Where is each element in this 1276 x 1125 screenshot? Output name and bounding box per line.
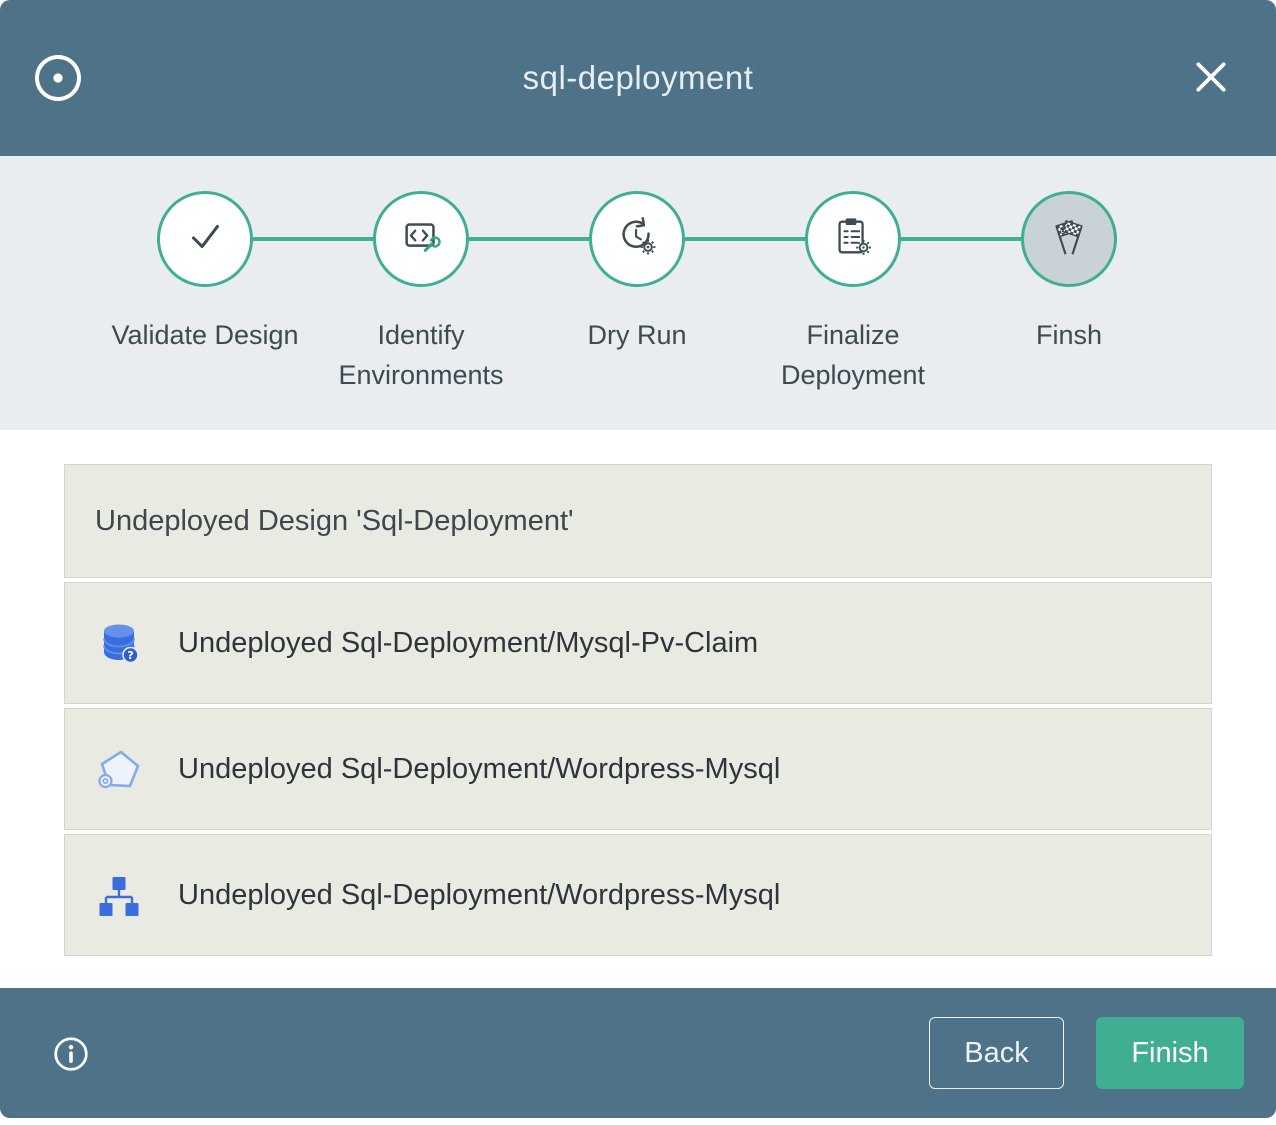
step-circle-finalize-deployment[interactable] <box>805 191 901 287</box>
close-icon[interactable] <box>1190 56 1232 98</box>
log-item-text: Undeployed Sql-Deployment/Wordpress-Mysq… <box>178 753 780 786</box>
retry-gear-icon <box>614 214 660 265</box>
step-finalize-deployment: Finalize Deployment <box>745 156 961 395</box>
step-validate-design: Validate Design <box>97 156 313 395</box>
code-wrench-icon <box>398 214 444 265</box>
pentagon-icon <box>95 745 143 793</box>
step-finish: Finsh <box>961 156 1177 395</box>
wizard-stepper: Validate Design <box>0 156 1276 430</box>
dialog-header: sql-deployment <box>0 0 1276 156</box>
step-label: Dry Run <box>587 315 686 355</box>
svg-text:?: ? <box>127 649 133 662</box>
step-dry-run: Dry Run <box>529 156 745 395</box>
step-circle-dry-run[interactable] <box>589 191 685 287</box>
dialog-footer: Back Finish <box>0 988 1276 1118</box>
step-label: Validate Design <box>111 315 298 355</box>
step-circle-identify-environments[interactable] <box>373 191 469 287</box>
log-header-text: Undeployed Design 'Sql-Deployment' <box>95 505 574 538</box>
checkered-flags-icon <box>1046 214 1092 265</box>
step-label: Identify Environments <box>313 315 529 395</box>
log-item-text: Undeployed Sql-Deployment/Wordpress-Mysq… <box>178 879 780 912</box>
check-icon <box>182 214 228 265</box>
tree-icon <box>95 871 143 919</box>
clipboard-gear-icon <box>830 214 876 265</box>
log-item-row: ? Undeployed Sql-Deployment/Mysql-Pv-Cla… <box>64 582 1212 704</box>
info-icon[interactable] <box>52 1035 90 1073</box>
deployment-log-panel: Undeployed Design 'Sql-Deployment' ? Und… <box>64 464 1212 960</box>
back-button[interactable]: Back <box>929 1017 1064 1089</box>
deployment-log-section: Undeployed Design 'Sql-Deployment' ? Und… <box>0 430 1276 988</box>
step-label: Finsh <box>1036 315 1102 355</box>
spiral-logo-icon <box>30 50 86 106</box>
log-item-row: Undeployed Sql-Deployment/Wordpress-Mysq… <box>64 834 1212 956</box>
sql-deployment-dialog: sql-deployment Validate Design <box>0 0 1276 1125</box>
log-item-row: Undeployed Sql-Deployment/Wordpress-Mysq… <box>64 708 1212 830</box>
step-circle-validate-design[interactable] <box>157 191 253 287</box>
dialog-title: sql-deployment <box>523 59 754 97</box>
finish-button[interactable]: Finish <box>1096 1017 1244 1089</box>
database-icon: ? <box>95 619 143 667</box>
log-item-text: Undeployed Sql-Deployment/Mysql-Pv-Claim <box>178 627 758 660</box>
step-label: Finalize Deployment <box>745 315 961 395</box>
step-identify-environments: Identify Environments <box>313 156 529 395</box>
step-circle-finish[interactable] <box>1021 191 1117 287</box>
log-header-row: Undeployed Design 'Sql-Deployment' <box>64 464 1212 578</box>
